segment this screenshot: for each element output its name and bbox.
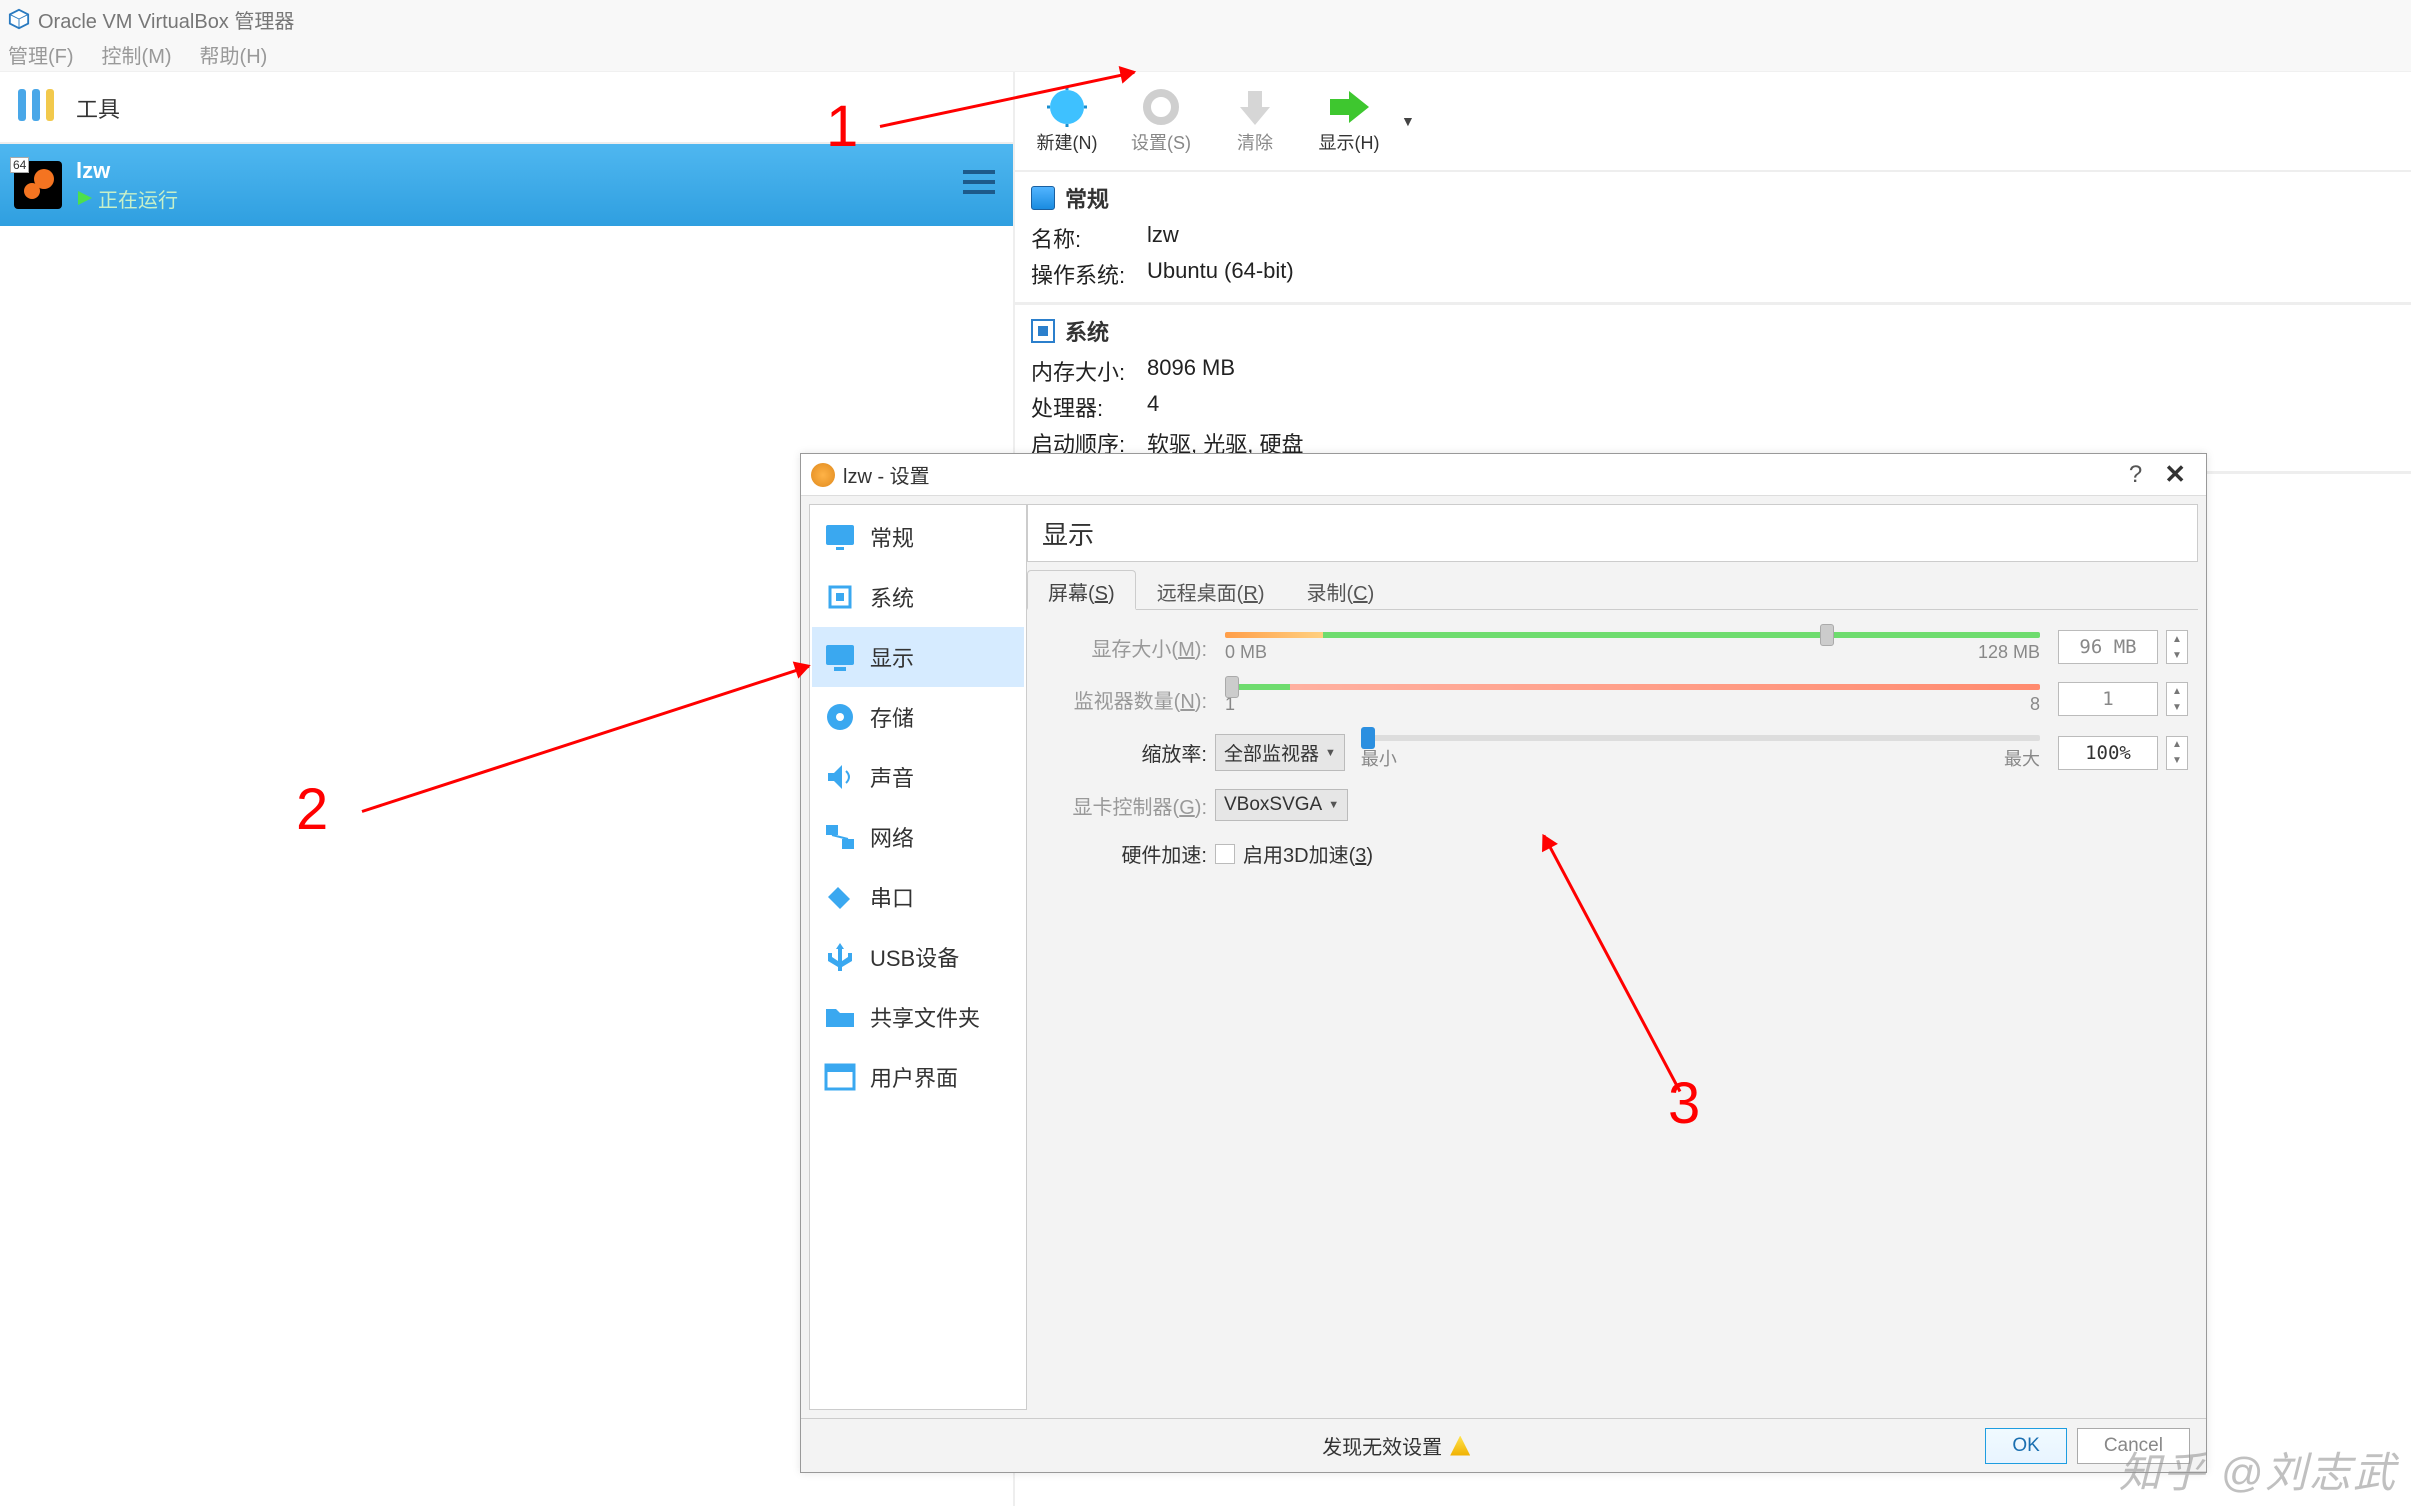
accel-label: 硬件加速: <box>1037 839 1207 868</box>
sidebar-item-ui[interactable]: 用户界面 <box>812 1047 1024 1107</box>
vm-row[interactable]: 64 lzw 正在运行 <box>0 144 1013 226</box>
scale-value[interactable]: 100% <box>2058 736 2158 770</box>
vram-spinner[interactable]: ▲▼ <box>2166 630 2188 664</box>
vm-state: 正在运行 <box>76 184 178 213</box>
chip-icon <box>824 581 856 613</box>
window-title: Oracle VM VirtualBox 管理器 <box>38 5 294 34</box>
tools-label: 工具 <box>76 92 120 124</box>
display-icon <box>824 641 856 673</box>
sidebar-item-system[interactable]: 系统 <box>812 567 1024 627</box>
network-icon <box>824 821 856 853</box>
settings-sidebar: 常规 系统 显示 存储 声音 网络 串口 USB设备 共享文件夹 用户界面 <box>809 504 1027 1410</box>
sidebar-item-serial[interactable]: 串口 <box>812 867 1024 927</box>
arch-badge: 64 <box>10 157 29 173</box>
gpu-controller-select[interactable]: VBoxSVGA▼ <box>1215 789 1348 821</box>
monitor-icon <box>824 521 856 553</box>
gear-icon <box>811 463 835 487</box>
monitors-label: 监视器数量(N): <box>1037 685 1207 714</box>
monitors-slider[interactable]: 18 <box>1225 684 2040 715</box>
sidebar-item-general[interactable]: 常规 <box>812 507 1024 567</box>
warning-icon <box>1450 1436 1470 1456</box>
tab-record[interactable]: 录制(C) <box>1285 570 1395 609</box>
disk-icon <box>824 701 856 733</box>
toolbar-discard-button[interactable]: 清除 <box>1213 87 1297 155</box>
tabs: 屏幕(S) 远程桌面(R) 录制(C) <box>1027 570 2198 610</box>
scale-slider[interactable]: 最小最大 <box>1361 735 2040 771</box>
invalid-settings-warning: 发现无效设置 <box>1322 1431 1470 1460</box>
dialog-footer: 发现无效设置 OK Cancel <box>801 1418 2206 1472</box>
section-title: 系统 <box>1065 315 1109 347</box>
section-title: 常规 <box>1065 182 1109 214</box>
sidebar-item-shared[interactable]: 共享文件夹 <box>812 987 1024 1047</box>
chip-icon <box>1031 319 1055 343</box>
monitor-icon <box>1031 186 1055 210</box>
toolbar-new-button[interactable]: 新建(N) <box>1025 87 1109 155</box>
vm-menu-icon[interactable] <box>959 166 999 204</box>
sidebar-item-network[interactable]: 网络 <box>812 807 1024 867</box>
watermark: 知乎 @刘志武 <box>2119 1439 2397 1500</box>
annotation-2: 2 <box>296 776 328 843</box>
window-icon <box>824 1061 856 1093</box>
monitors-value[interactable]: 1 <box>2058 682 2158 716</box>
menubar: 管理(F) 控制(M) 帮助(H) <box>0 38 2411 72</box>
scale-spinner[interactable]: ▲▼ <box>2166 736 2188 770</box>
section-system: 系统 内存大小:8096 MB 处理器:4 启动顺序:软驱, 光驱, 硬盘 <box>1015 305 2411 474</box>
toolbar: 新建(N) 设置(S) 清除 显示(H) ▼ <box>1015 72 2411 172</box>
monitors-spinner[interactable]: ▲▼ <box>2166 682 2188 716</box>
titlebar: Oracle VM VirtualBox 管理器 <box>0 0 2411 38</box>
sidebar-item-usb[interactable]: USB设备 <box>812 927 1024 987</box>
vram-slider[interactable]: 0 MB128 MB <box>1225 632 2040 663</box>
sidebar-item-display[interactable]: 显示 <box>812 627 1024 687</box>
sidebar-item-storage[interactable]: 存储 <box>812 687 1024 747</box>
vram-value[interactable]: 96 MB <box>2058 630 2158 664</box>
new-icon <box>1042 87 1092 127</box>
dialog-titlebar: lzw - 设置 ? ✕ <box>801 454 2206 496</box>
accel-3d-label: 启用3D加速(3) <box>1243 839 1373 868</box>
section-general: 常规 名称:lzw 操作系统:Ubuntu (64-bit) <box>1015 172 2411 305</box>
discard-icon <box>1230 87 1280 127</box>
vram-label: 显存大小(M): <box>1037 633 1207 662</box>
dialog-title: lzw - 设置 <box>843 460 930 489</box>
close-button[interactable]: ✕ <box>2154 459 2196 490</box>
accel-3d-checkbox[interactable] <box>1215 844 1235 864</box>
sidebar-item-audio[interactable]: 声音 <box>812 747 1024 807</box>
toolbar-settings-button[interactable]: 设置(S) <box>1119 87 1203 155</box>
show-icon <box>1324 87 1374 127</box>
settings-heading: 显示 <box>1027 504 2198 562</box>
speaker-icon <box>824 761 856 793</box>
menu-help[interactable]: 帮助(H) <box>200 40 268 69</box>
menu-manage[interactable]: 管理(F) <box>8 40 74 69</box>
help-button[interactable]: ? <box>2117 461 2154 489</box>
scale-label: 缩放率: <box>1037 738 1207 767</box>
tab-screen[interactable]: 屏幕(S) <box>1027 570 1136 610</box>
vm-name: lzw <box>76 158 178 184</box>
tools-icon <box>12 81 60 135</box>
scale-monitor-select[interactable]: 全部监视器▼ <box>1215 734 1345 771</box>
tools-row[interactable]: 工具 <box>0 72 1013 144</box>
tab-remote[interactable]: 远程桌面(R) <box>1136 570 1286 609</box>
ok-button[interactable]: OK <box>1985 1428 2066 1464</box>
toolbar-show-button[interactable]: 显示(H) <box>1307 87 1391 155</box>
usb-icon <box>824 941 856 973</box>
display-form: 显存大小(M): 0 MB128 MB 96 MB ▲▼ 监视器数量(N): <box>1027 610 2198 906</box>
plug-icon <box>824 881 856 913</box>
gear-icon <box>1136 87 1186 127</box>
virtualbox-icon <box>8 8 30 30</box>
menu-control[interactable]: 控制(M) <box>102 40 172 69</box>
os-icon: 64 <box>14 161 62 209</box>
settings-dialog: lzw - 设置 ? ✕ 常规 系统 显示 存储 声音 网络 串口 USB设备 … <box>800 453 2207 1473</box>
chevron-down-icon[interactable]: ▼ <box>1401 113 1419 129</box>
folder-icon <box>824 1001 856 1033</box>
gpu-label: 显卡控制器(G): <box>1037 791 1207 820</box>
annotation-1: 1 <box>826 93 858 160</box>
